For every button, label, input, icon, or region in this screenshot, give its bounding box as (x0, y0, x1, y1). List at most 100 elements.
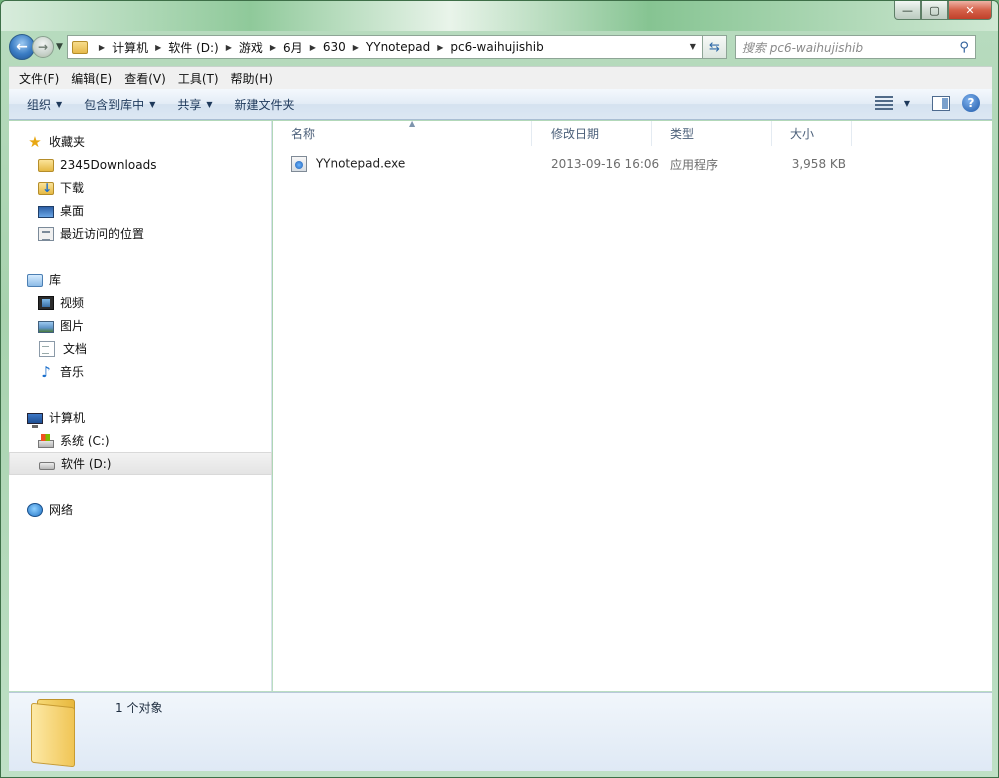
nav-item-2345downloads[interactable]: 2345Downloads (9, 153, 272, 176)
file-type: 应用程序 (670, 157, 719, 172)
share-button[interactable]: 共享 ▼ (169, 96, 220, 113)
nav-item-drive-c[interactable]: 系统 (C:) (9, 429, 272, 452)
document-icon (39, 340, 55, 357)
nav-favorites[interactable]: ★ 收藏夹 (9, 130, 272, 153)
chevron-right-icon[interactable]: ▶ (155, 43, 161, 52)
music-icon: ♪ (41, 362, 51, 381)
chevron-right-icon[interactable]: ▶ (437, 43, 443, 52)
chevron-right-icon[interactable]: ▶ (226, 43, 232, 52)
caret-down-icon: ▼ (56, 99, 63, 109)
close-button[interactable]: ✕ (948, 1, 992, 20)
recent-places-icon (38, 226, 54, 241)
nav-network[interactable]: 网络 (9, 498, 272, 521)
star-icon: ★ (28, 132, 42, 151)
nav-item-documents[interactable]: 文档 (9, 337, 272, 360)
nav-item-label: 音乐 (60, 365, 85, 379)
menu-bar: 文件(F) 编辑(E) 查看(V) 工具(T) 帮助(H) (9, 66, 992, 89)
view-controls: ▼ ? (874, 94, 980, 112)
breadcrumb-june[interactable]: 6月 (283, 39, 303, 56)
chevron-right-icon[interactable]: ▶ (353, 43, 359, 52)
file-row[interactable]: YYnotepad.exe 2013-09-16 16:06 应用程序 3,95… (273, 153, 992, 175)
chevron-right-icon[interactable]: ▶ (99, 43, 105, 52)
nav-libraries[interactable]: 库 (9, 268, 272, 291)
maximize-button[interactable]: ▢ (921, 1, 948, 20)
column-header-type[interactable]: 类型 (652, 121, 772, 146)
nav-item-videos[interactable]: 视频 (9, 291, 272, 314)
column-header-label: 名称 (291, 127, 316, 141)
drive-icon (39, 462, 55, 470)
include-in-library-label: 包含到库中 (84, 97, 145, 112)
caret-down-icon: ▼ (206, 99, 213, 109)
caption-buttons: — ▢ ✕ (894, 1, 992, 20)
nav-item-label: 2345Downloads (60, 157, 157, 172)
minimize-button[interactable]: — (894, 1, 921, 20)
search-input[interactable]: 搜索 pc6-waihujishib ⚲ (734, 35, 976, 59)
picture-icon (38, 320, 54, 333)
column-header-label: 大小 (790, 127, 815, 141)
computer-icon (27, 412, 43, 428)
command-bar: 组织 ▼ 包含到库中 ▼ 共享 ▼ 新建文件夹 ▼ ? (9, 89, 992, 120)
menu-tools[interactable]: 工具(T) (172, 70, 225, 87)
navigation-pane: ★ 收藏夹 2345Downloads 下载 桌面 最近访问的位置 (9, 121, 272, 691)
caret-down-icon: ▼ (149, 99, 156, 109)
menu-edit[interactable]: 编辑(E) (65, 70, 118, 87)
menu-file[interactable]: 文件(F) (13, 70, 65, 87)
nav-group-favorites: ★ 收藏夹 2345Downloads 下载 桌面 最近访问的位置 (9, 130, 272, 245)
column-header-label: 类型 (670, 127, 695, 141)
nav-group-libraries: 库 视频 图片 文档 ♪ 音乐 (9, 268, 272, 383)
breadcrumb-drive-d[interactable]: 软件 (D:) (168, 39, 218, 56)
nav-item-label: 软件 (D:) (61, 457, 112, 471)
organize-button[interactable]: 组织 ▼ (19, 96, 70, 113)
breadcrumb-yynotepad[interactable]: YYnotepad (366, 40, 430, 54)
share-label: 共享 (177, 97, 202, 112)
nav-item-downloads[interactable]: 下载 (9, 176, 272, 199)
breadcrumb-630[interactable]: 630 (323, 40, 346, 54)
preview-pane-icon[interactable] (932, 95, 950, 111)
nav-libraries-label: 库 (49, 273, 62, 287)
recent-pages-dropdown[interactable]: ▼ (56, 42, 63, 52)
arrow-left-icon: ← (16, 39, 28, 55)
chevron-right-icon[interactable]: ▶ (270, 43, 276, 52)
network-icon (27, 502, 43, 517)
nav-item-label: 下载 (60, 181, 85, 195)
column-header-modified[interactable]: 修改日期 (532, 121, 652, 146)
details-pane: 1 个对象 (9, 692, 992, 771)
address-bar[interactable]: ▶ 计算机 ▶ 软件 (D:) ▶ 游戏 ▶ 6月 ▶ 630 ▶ YYnote… (66, 35, 703, 59)
nav-computer[interactable]: 计算机 (9, 406, 272, 429)
refresh-icon: ⇆ (708, 39, 720, 55)
nav-computer-label: 计算机 (49, 411, 86, 425)
breadcrumb-computer[interactable]: 计算机 (112, 39, 148, 56)
folder-icon (38, 159, 54, 172)
breadcrumb-current[interactable]: pc6-waihujishib (450, 40, 543, 54)
refresh-button[interactable]: ⇆ (702, 35, 727, 59)
column-header-size[interactable]: 大小 (772, 121, 852, 146)
forward-button[interactable]: → (32, 36, 54, 58)
new-folder-button[interactable]: 新建文件夹 (227, 96, 303, 113)
search-icon[interactable]: ⚲ (959, 40, 969, 55)
nav-item-label: 最近访问的位置 (60, 227, 145, 241)
nav-group-network: 网络 (9, 498, 272, 521)
view-options-icon[interactable] (874, 96, 893, 110)
organize-label: 组织 (27, 97, 52, 112)
nav-item-drive-d[interactable]: 软件 (D:) (9, 452, 272, 475)
file-name: YYnotepad.exe (315, 156, 406, 171)
nav-item-desktop[interactable]: 桌面 (9, 199, 272, 222)
nav-item-music[interactable]: ♪ 音乐 (9, 360, 272, 383)
nav-item-recent-places[interactable]: 最近访问的位置 (9, 222, 272, 245)
nav-group-computer: 计算机 系统 (C:) 软件 (D:) (9, 406, 272, 475)
chevron-right-icon[interactable]: ▶ (310, 43, 316, 52)
menu-help[interactable]: 帮助(H) (225, 70, 279, 87)
address-dropdown-icon[interactable]: ▼ (690, 42, 696, 51)
file-size: 3,958 KB (791, 157, 846, 171)
help-icon[interactable]: ? (962, 94, 980, 112)
sort-ascending-icon: ▲ (409, 119, 416, 128)
breadcrumb-games[interactable]: 游戏 (239, 39, 263, 56)
menu-view[interactable]: 查看(V) (118, 70, 172, 87)
title-bar: — ▢ ✕ (1, 1, 998, 31)
nav-item-pictures[interactable]: 图片 (9, 314, 272, 337)
folder-icon (31, 699, 93, 768)
view-dropdown-icon[interactable]: ▼ (904, 99, 910, 108)
column-header-name[interactable]: 名称 ▲ (273, 119, 532, 146)
include-in-library-button[interactable]: 包含到库中 ▼ (76, 96, 163, 113)
file-name-cell[interactable]: YYnotepad.exe (273, 156, 532, 172)
